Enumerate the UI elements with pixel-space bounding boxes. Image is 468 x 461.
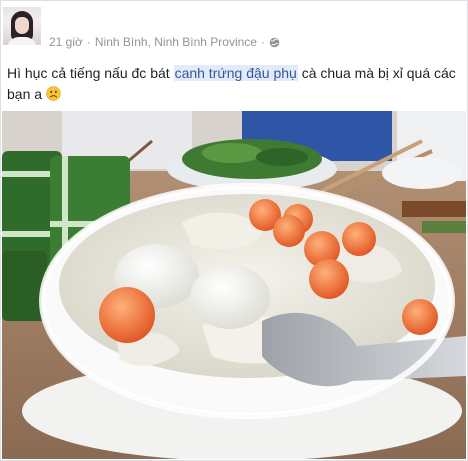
caption-text-start: Hì hục cả tiếng nấu đc bát — [7, 65, 174, 81]
meta-separator-2: · — [260, 35, 265, 49]
post-location[interactable]: Ninh Bình, Ninh Bình Province — [95, 35, 257, 49]
avatar[interactable] — [3, 7, 41, 45]
post-photo[interactable] — [2, 111, 466, 459]
small-bowl — [382, 157, 462, 189]
post-card: 21 giờ · Ninh Bình, Ninh Bình Province ·… — [0, 0, 468, 461]
soup-photo-illustration — [2, 111, 466, 459]
avatar-face — [15, 17, 29, 34]
post-meta: 21 giờ · Ninh Bình, Ninh Bình Province · — [49, 35, 280, 49]
meta-separator: · — [86, 35, 91, 49]
globe-icon[interactable] — [269, 37, 280, 48]
post-caption: Hì hục cả tiếng nấu đc bát canh trứng đậ… — [7, 63, 459, 105]
post-timestamp[interactable]: 21 giờ — [49, 35, 83, 49]
caption-hashtag-link[interactable]: canh trứng đậu phụ — [173, 65, 298, 81]
avatar-shoulder — [7, 37, 37, 45]
sad-face-icon — [46, 86, 61, 101]
egg-2 — [190, 265, 270, 329]
skewer — [402, 201, 466, 217]
